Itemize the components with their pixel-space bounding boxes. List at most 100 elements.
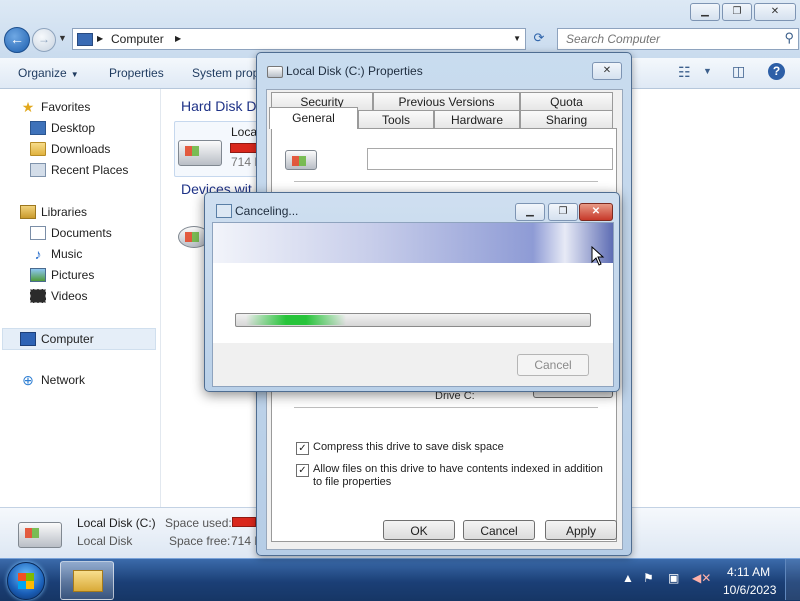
nav-favorites[interactable]: ★ Favorites: [20, 98, 91, 116]
tab-previous-versions[interactable]: Previous Versions: [373, 92, 520, 110]
ok-button[interactable]: OK: [383, 520, 455, 540]
close-button[interactable]: ✕: [579, 203, 613, 221]
windows-logo-icon: [18, 573, 34, 589]
group-title-hard-disk[interactable]: Hard Disk D: [181, 98, 256, 114]
close-button[interactable]: ✕: [754, 3, 796, 21]
taskbar: ▲ ⚑ ▣ ◀✕: [0, 558, 800, 601]
tab-tools[interactable]: Tools: [358, 110, 434, 128]
nav-documents[interactable]: Documents: [30, 224, 112, 242]
separator: [294, 407, 598, 408]
documents-icon: [30, 226, 46, 240]
volume-muted-icon[interactable]: ◀✕: [692, 571, 711, 585]
address-bar[interactable]: ▶ Computer ▶ ▼: [72, 28, 526, 50]
pictures-icon: [30, 268, 46, 282]
view-options-icon[interactable]: ☷: [678, 64, 691, 81]
restore-button[interactable]: ❐: [548, 203, 578, 221]
space-free-label: Space free:: [169, 534, 231, 548]
chevron-down-icon: ▼: [70, 70, 79, 79]
compress-checkbox[interactable]: ✓: [296, 442, 309, 455]
progress-window-icon: [216, 204, 232, 218]
nav-downloads[interactable]: Downloads: [30, 140, 110, 158]
index-checkbox[interactable]: ✓: [296, 464, 309, 477]
clock-time[interactable]: 4:11 AM: [727, 565, 770, 579]
apply-button[interactable]: Apply: [545, 520, 617, 540]
index-checkbox-row[interactable]: ✓ Allow files on this drive to have cont…: [296, 463, 606, 489]
details-name: Local Disk (C:): [77, 516, 156, 530]
close-button[interactable]: ✕: [592, 62, 622, 80]
network-icon: ⊕: [22, 372, 34, 388]
space-used-label: Space used:: [165, 516, 232, 530]
nav-label: Desktop: [51, 121, 96, 135]
organize-button[interactable]: Organize ▼: [18, 66, 79, 80]
organize-label: Organize: [18, 66, 67, 80]
cancel-button[interactable]: Cancel: [517, 354, 589, 376]
start-button[interactable]: [7, 562, 45, 600]
search-input[interactable]: [564, 31, 768, 47]
breadcrumb-computer[interactable]: Computer: [111, 32, 164, 46]
banner-graphic: [213, 223, 613, 263]
nav-label: Music: [51, 247, 83, 261]
progress-glow: [246, 315, 346, 325]
back-button[interactable]: ←: [4, 27, 30, 53]
downloads-folder-icon: [30, 142, 46, 156]
separator: [294, 181, 598, 182]
chevron-right-icon[interactable]: ▶: [97, 34, 103, 43]
nav-videos[interactable]: Videos: [30, 287, 87, 305]
star-icon: ★: [21, 99, 35, 115]
show-hidden-icons-icon[interactable]: ▲: [622, 571, 634, 585]
music-icon: ♪: [34, 246, 42, 262]
tab-sharing[interactable]: Sharing: [520, 110, 613, 128]
index-label: Allow files on this drive to have conten…: [313, 463, 603, 488]
nav-label: Downloads: [51, 142, 111, 156]
tab-hardware[interactable]: Hardware: [434, 110, 520, 128]
nav-network[interactable]: ⊕ Network: [20, 371, 85, 389]
hard-drive-icon: [178, 140, 222, 166]
show-desktop-button[interactable]: [785, 559, 800, 600]
refresh-button[interactable]: ⟳: [528, 28, 550, 48]
nav-computer[interactable]: Computer: [2, 328, 156, 350]
search-box[interactable]: ⚲: [557, 28, 799, 50]
restore-button[interactable]: ❐: [722, 3, 752, 21]
clock-date[interactable]: 10/6/2023: [723, 583, 776, 597]
nav-libraries[interactable]: Libraries: [20, 203, 87, 221]
nav-label: Computer: [41, 332, 94, 346]
taskbar-explorer-button[interactable]: [60, 561, 114, 600]
minimize-button[interactable]: ▁: [690, 3, 720, 21]
forward-button[interactable]: →: [32, 28, 56, 52]
recent-pages-dropdown[interactable]: ▼: [58, 33, 67, 43]
recent-places-icon: [30, 163, 46, 177]
status-area: [213, 263, 613, 343]
chevron-down-icon[interactable]: ▼: [513, 34, 521, 43]
drive-icon: [267, 66, 283, 78]
tab-quota[interactable]: Quota: [520, 92, 613, 110]
volume-label-field[interactable]: [367, 148, 613, 170]
system-properties-button[interactable]: System prop: [192, 66, 259, 80]
nav-pictures[interactable]: Pictures: [30, 266, 94, 284]
nav-label: Documents: [51, 226, 112, 240]
compress-checkbox-row[interactable]: ✓ Compress this drive to save disk space: [296, 441, 504, 455]
cancel-button[interactable]: Cancel: [463, 520, 535, 540]
details-type: Local Disk: [77, 534, 133, 548]
properties-button[interactable]: Properties: [109, 66, 164, 80]
nav-label: Videos: [51, 289, 88, 303]
tab-general[interactable]: General: [269, 107, 358, 129]
preview-pane-icon[interactable]: ◫: [732, 63, 745, 80]
computer-icon: [77, 33, 93, 46]
desktop-icon: [30, 121, 46, 135]
chevron-right-icon[interactable]: ▶: [175, 34, 181, 43]
nav-desktop[interactable]: Desktop: [30, 119, 95, 137]
network-tray-icon[interactable]: ▣: [668, 571, 679, 585]
chevron-down-icon[interactable]: ▼: [703, 66, 712, 76]
action-center-flag-icon[interactable]: ⚑: [643, 571, 654, 585]
nav-label: Recent Places: [51, 163, 129, 177]
nav-music[interactable]: ♪ Music: [30, 245, 83, 263]
window-controls: ▁ ❐ ✕: [690, 3, 796, 21]
nav-recent-places[interactable]: Recent Places: [30, 161, 128, 179]
search-icon[interactable]: ⚲: [784, 30, 794, 46]
canceling-client: Cancel: [212, 222, 614, 387]
minimize-button[interactable]: ▁: [515, 203, 545, 221]
explorer-folder-icon: [73, 570, 103, 592]
nav-label: Network: [41, 373, 86, 387]
help-icon[interactable]: ?: [768, 63, 785, 80]
progress-bar: [235, 313, 591, 327]
